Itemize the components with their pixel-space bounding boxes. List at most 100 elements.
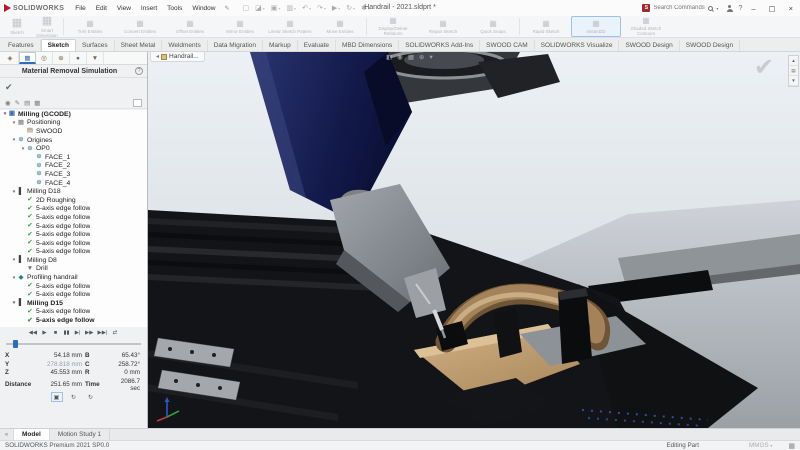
tab-solidworks-add-ins[interactable]: SOLIDWORKS Add-Ins	[399, 40, 480, 51]
tab-swood-cam[interactable]: SWOOD CAM	[480, 40, 535, 51]
toolbar-offset-entities-button[interactable]: ▦Offset Entities	[165, 16, 215, 37]
tree-item-2d-roughing[interactable]: ✔2D Roughing	[0, 196, 147, 205]
redo-icon[interactable]: ↷▾	[314, 4, 329, 12]
menu-view[interactable]: View	[112, 5, 136, 12]
select-icon[interactable]: ▶▾	[329, 4, 343, 12]
slider-thumb[interactable]	[13, 340, 18, 348]
tree-item-5-axis-edge-follow[interactable]: ✔5-axis edge follow	[0, 213, 147, 222]
menu-edit[interactable]: Edit	[91, 5, 112, 12]
step-forward-button[interactable]: ▶|	[74, 329, 81, 337]
expand-pane-button[interactable]: ▲	[789, 56, 798, 66]
go-to-start-button[interactable]: ◀◀	[29, 329, 37, 337]
menu-tools[interactable]: Tools	[162, 5, 187, 12]
search-icon[interactable]	[708, 6, 713, 11]
toolbar-rapid-sketch-button[interactable]: ▦Rapid Sketch	[521, 16, 571, 37]
rebuild-icon[interactable]: ↻▾	[343, 4, 358, 12]
tree-item-profiling-handrail[interactable]: ▾◆Profiling handrail	[0, 273, 147, 282]
tree-item-milling-d15[interactable]: ▾▌Milling D15	[0, 299, 147, 308]
tab-features[interactable]: Features	[2, 40, 41, 51]
tree-item-swood[interactable]: ▤SWOOD	[0, 127, 147, 136]
ok-button[interactable]: ✔	[5, 82, 13, 93]
tree-item-positioning[interactable]: ▾▦Positioning	[0, 119, 147, 128]
open-icon[interactable]: ◪▾	[252, 4, 268, 12]
back-arrow-icon[interactable]: ◂	[156, 53, 159, 60]
dropdown-caret-icon[interactable]: ▾	[278, 6, 280, 11]
featuremanager-tab[interactable]: ◈	[2, 52, 19, 64]
tab-motion-study-1[interactable]: Motion Study 1	[50, 429, 110, 440]
menu-file[interactable]: File	[70, 5, 90, 12]
tree-item-5-axis-edge-follow[interactable]: ✔5-axis edge follow	[0, 248, 147, 257]
tree-item-milling-d18[interactable]: ▾▌Milling D18	[0, 187, 147, 196]
dropdown-caret-icon[interactable]: ▾	[353, 6, 355, 11]
maximize-button[interactable]: ▢	[765, 4, 780, 13]
tab-data-migration[interactable]: Data Migration	[208, 40, 263, 51]
save-icon[interactable]: ▣▾	[268, 4, 284, 12]
tree-item-5-axis-edge-follow[interactable]: ✔5-axis edge follow	[0, 230, 147, 239]
simulate-mode-icon[interactable]: ◉	[5, 99, 11, 107]
tab-surfaces[interactable]: Surfaces	[76, 40, 115, 51]
close-button[interactable]: ×	[785, 4, 797, 13]
user-account-icon[interactable]	[726, 5, 733, 12]
tree-item-face-1[interactable]: ⊕FACE_1	[0, 153, 147, 162]
tab-weldments[interactable]: Weldments	[162, 40, 207, 51]
refresh-stock-button[interactable]: ↻	[68, 392, 80, 402]
tree-item-face-4[interactable]: ⊕FACE_4	[0, 179, 147, 188]
view-orientation-icon[interactable]: ◉	[397, 53, 403, 61]
configurationmanager-tab[interactable]: ◎	[36, 52, 53, 64]
units-selector[interactable]: MMGS ▾	[749, 442, 772, 449]
display-style-icon[interactable]: ▦	[408, 53, 414, 61]
document-tab[interactable]: ◂ Handrail...	[150, 52, 205, 62]
collapse-pane-button[interactable]: ▼	[789, 76, 798, 86]
tab-sketch[interactable]: Sketch	[41, 39, 76, 51]
tree-item-5-axis-edge-follow[interactable]: ✔5-axis edge follow	[0, 290, 147, 299]
slider-track[interactable]	[6, 343, 141, 345]
menu-insert[interactable]: Insert	[136, 5, 162, 12]
swood-cam-tab[interactable]: ▼	[87, 52, 104, 64]
propertymanager-tab[interactable]: ▦	[19, 52, 36, 64]
tree-item-origines[interactable]: ▾⊕Origines	[0, 136, 147, 145]
tree-item-face-3[interactable]: ⊕FACE_3	[0, 170, 147, 179]
pin-icon[interactable]: ✎	[220, 5, 233, 12]
stop-button[interactable]: ■	[52, 329, 59, 337]
toolbar-linear-sketch-pattern-button[interactable]: ▦Linear Sketch Pattern	[265, 16, 315, 37]
tree-item-milling-d8[interactable]: ▾▌Milling D8	[0, 256, 147, 265]
toolbar-smart-dimension-button[interactable]: ▦Smart Dimension	[32, 16, 62, 37]
menu-window[interactable]: Window	[187, 5, 220, 12]
toolbar-mirror-entities-button[interactable]: ▦Mirror Entities	[215, 16, 265, 37]
tree-item-5-axis-edge-follow[interactable]: ✔5-axis edge follow	[0, 239, 147, 248]
toolbar-quick-snaps-button[interactable]: ▦Quick Snaps	[468, 16, 518, 37]
dropdown-caret-icon[interactable]: ▾	[263, 6, 265, 11]
toolbar-shaded-sketch-contours-button[interactable]: ▦Shaded Sketch Contours	[621, 16, 671, 37]
tree-item-5-axis-edge-follow[interactable]: ✔5-axis edge follow	[0, 316, 147, 325]
tab-swood-design[interactable]: SWOOD Design	[680, 40, 740, 51]
undo-icon[interactable]: ↶▾	[299, 4, 314, 12]
graphics-area[interactable]: ◂ Handrail... ◧◉▦⊕▾ ✔ ▲▤▼	[148, 52, 800, 428]
tab-evaluate[interactable]: Evaluate	[298, 40, 336, 51]
displaymanager-tab[interactable]: ●	[70, 52, 87, 64]
print-icon[interactable]: ▥▾	[283, 4, 299, 12]
toolbar-convert-entities-button[interactable]: ▦Convert Entities	[115, 16, 165, 37]
toolbar-move-entities-button[interactable]: ▦Move Entities	[315, 16, 365, 37]
tree-item-5-axis-edge-follow[interactable]: ✔5-axis edge follow	[0, 205, 147, 214]
minimize-button[interactable]: –	[747, 4, 759, 13]
tab-mbd-dimensions[interactable]: MBD Dimensions	[336, 40, 399, 51]
dropdown-caret-icon[interactable]: ▾	[294, 6, 296, 11]
stock-display-button[interactable]: ▣	[51, 392, 63, 402]
tab-swood-design[interactable]: SWOOD Design	[619, 40, 679, 51]
custom-toolbar-icon[interactable]: ▦	[788, 442, 795, 450]
hide-show-icon[interactable]: ⊕	[419, 53, 424, 61]
fast-forward-button[interactable]: ▶▶	[85, 329, 93, 337]
loop-button[interactable]: ⇄	[111, 329, 118, 337]
toolbar-instant2d-button[interactable]: ▦Instant2D	[571, 16, 621, 37]
search-caret-icon[interactable]: ▾	[716, 6, 718, 11]
tab-sheet-metal[interactable]: Sheet Metal	[115, 40, 163, 51]
dropdown-caret-icon[interactable]: ▾	[309, 6, 311, 11]
toolbar-repair-sketch-button[interactable]: ▦Repair Sketch	[418, 16, 468, 37]
simulation-slider[interactable]	[6, 340, 141, 348]
toolbar-trim-entities-button[interactable]: ▦Trim Entities	[65, 16, 115, 37]
tree-item-5-axis-edge-follow[interactable]: ✔5-axis edge follow	[0, 308, 147, 317]
help-icon[interactable]: ?	[738, 5, 742, 12]
tab-markup[interactable]: Markup	[263, 40, 298, 51]
tab-solidworks-visualize[interactable]: SOLIDWORKS Visualize	[535, 40, 620, 51]
search-input[interactable]	[653, 5, 705, 11]
